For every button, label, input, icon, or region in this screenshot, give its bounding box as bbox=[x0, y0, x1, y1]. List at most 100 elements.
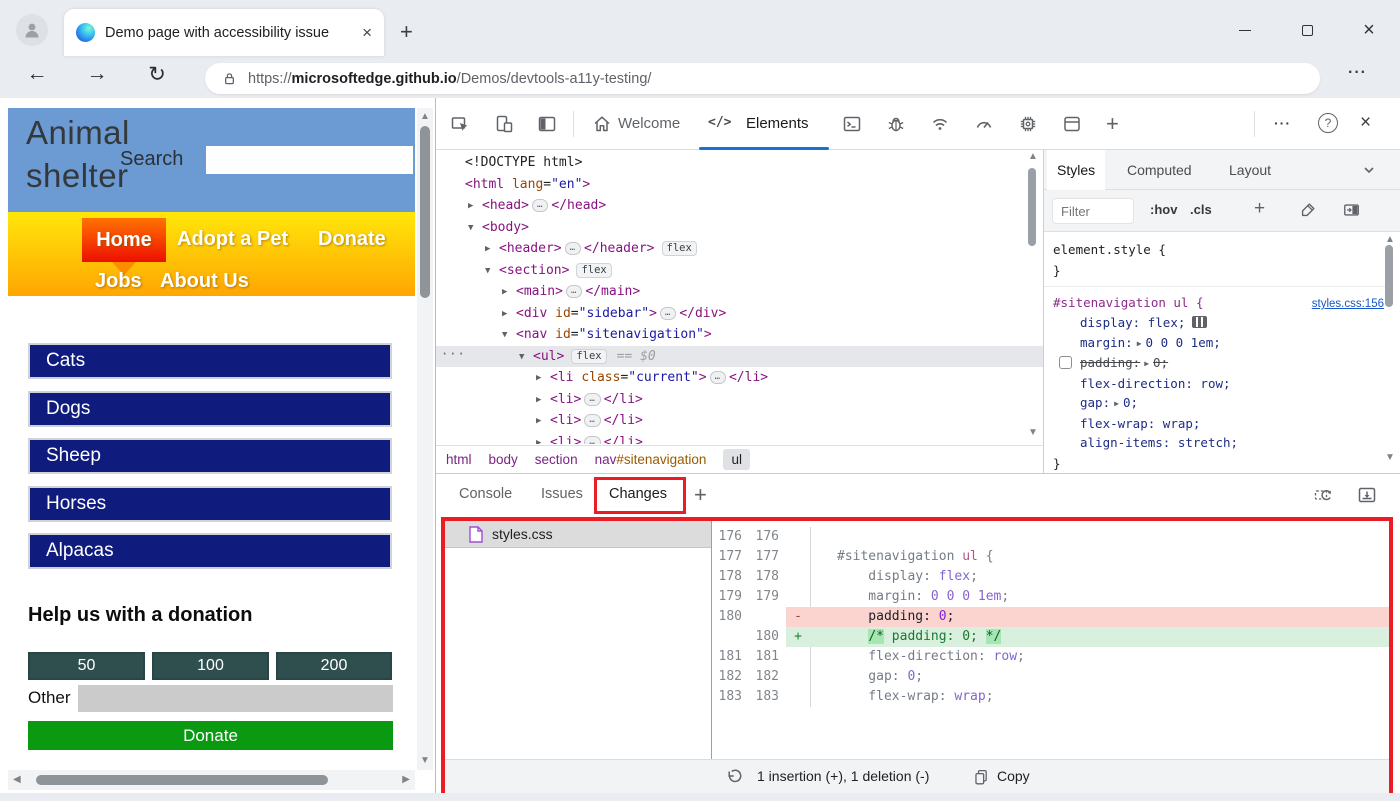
class-toggle[interactable]: .cls bbox=[1190, 202, 1212, 217]
changed-file-item[interactable]: styles.css bbox=[445, 521, 711, 548]
flex-badge[interactable]: flex bbox=[661, 241, 697, 256]
tab-layout[interactable]: Layout bbox=[1229, 150, 1271, 190]
collapsed-arrow-icon[interactable]: ▶ bbox=[502, 282, 516, 304]
new-style-rule-icon[interactable]: + bbox=[1254, 198, 1265, 220]
inspect-element-icon[interactable] bbox=[450, 114, 470, 134]
forward-button[interactable]: → bbox=[82, 62, 112, 86]
expand-shorthand-icon[interactable]: ▶ bbox=[1114, 394, 1119, 414]
dom-tree-row[interactable]: <!DOCTYPE html> bbox=[436, 152, 1043, 174]
dom-tree-row[interactable]: ▶ <li>… </li> bbox=[436, 410, 1043, 432]
element-style-open[interactable]: element.style { bbox=[1053, 239, 1388, 260]
dom-tree-row[interactable]: ▼ <section> flex bbox=[436, 260, 1043, 282]
collapsed-arrow-icon[interactable]: ▶ bbox=[536, 390, 550, 412]
dom-tree-row[interactable]: ▶ <div id="sidebar">… </div> bbox=[436, 303, 1043, 325]
css-property-gap[interactable]: gap: ▶ 0; bbox=[1053, 393, 1388, 414]
collapsed-arrow-icon[interactable]: ▶ bbox=[502, 304, 516, 326]
home-icon[interactable] bbox=[592, 114, 612, 134]
breadcrumb-nav[interactable]: nav#sitenavigation bbox=[595, 452, 707, 467]
sidebar-button-horses[interactable]: Horses bbox=[28, 486, 392, 522]
styles-filter-input[interactable] bbox=[1052, 198, 1134, 224]
css-property-margin[interactable]: margin: ▶ 0 0 0 1em; bbox=[1053, 333, 1388, 354]
scroll-down-icon[interactable]: ▼ bbox=[1028, 428, 1038, 438]
expand-drawer-icon[interactable] bbox=[1357, 485, 1377, 505]
memory-chip-icon[interactable] bbox=[1018, 114, 1038, 134]
nav-item-jobs[interactable]: Jobs bbox=[95, 270, 142, 293]
css-property-align-items[interactable]: align-items: stretch; bbox=[1053, 433, 1388, 453]
amount-button-200[interactable]: 200 bbox=[276, 652, 392, 680]
sidebar-button-alpacas[interactable]: Alpacas bbox=[28, 533, 392, 569]
dom-tree-row[interactable]: ▼ <body> bbox=[436, 217, 1043, 239]
drawer-more-tabs-icon[interactable]: + bbox=[694, 482, 707, 508]
ellipsis-expander-icon[interactable]: … bbox=[584, 414, 601, 427]
sidebar-button-sheep[interactable]: Sheep bbox=[28, 438, 392, 474]
expanded-arrow-icon[interactable]: ▼ bbox=[468, 218, 482, 240]
flex-badge[interactable]: flex bbox=[571, 348, 607, 364]
scroll-left-icon[interactable]: ◀ bbox=[13, 775, 21, 785]
ellipsis-expander-icon[interactable]: … bbox=[531, 199, 549, 212]
amount-button-100[interactable]: 100 bbox=[152, 652, 269, 680]
browser-menu-button[interactable]: ··· bbox=[1348, 64, 1367, 82]
search-input[interactable] bbox=[206, 146, 413, 174]
tab-welcome[interactable]: Welcome bbox=[618, 115, 680, 132]
computed-sidebar-toggle-icon[interactable] bbox=[1342, 201, 1361, 219]
copy-icon[interactable] bbox=[973, 768, 990, 786]
window-close-button[interactable]: × bbox=[1354, 18, 1384, 42]
nav-item-adopt[interactable]: Adopt a Pet bbox=[177, 228, 288, 251]
dom-tree-row[interactable]: ▶ <li>… </li> bbox=[436, 432, 1043, 444]
copy-button[interactable]: Copy bbox=[997, 768, 1030, 784]
css-property-flex-wrap[interactable]: flex-wrap: wrap; bbox=[1053, 414, 1388, 434]
help-button[interactable]: ? bbox=[1318, 113, 1338, 133]
profile-avatar[interactable] bbox=[16, 14, 48, 46]
expand-shorthand-icon[interactable]: ▶ bbox=[1144, 354, 1149, 374]
sidebar-button-dogs[interactable]: Dogs bbox=[28, 391, 392, 427]
application-panel-icon[interactable] bbox=[1062, 114, 1082, 134]
collapsed-arrow-icon[interactable]: ▶ bbox=[485, 239, 499, 261]
new-tab-button[interactable]: + bbox=[400, 21, 413, 43]
dom-tree-row[interactable]: ▶ <li>… </li> bbox=[436, 389, 1043, 411]
scroll-up-icon[interactable]: ▲ bbox=[420, 112, 430, 122]
expand-shorthand-icon[interactable]: ▶ bbox=[1137, 334, 1142, 354]
reload-required-icon[interactable] bbox=[1313, 485, 1333, 505]
address-bar[interactable]: https://microsoftedge.github.io/Demos/de… bbox=[205, 63, 1320, 94]
amount-button-50[interactable]: 50 bbox=[28, 652, 145, 680]
styles-scrollbar[interactable]: ▲ ▼ bbox=[1382, 150, 1396, 473]
dom-tree-row[interactable]: <html lang="en"> bbox=[436, 174, 1043, 196]
breadcrumb-html[interactable]: html bbox=[446, 452, 472, 467]
flex-badge[interactable]: flex bbox=[576, 262, 612, 278]
chevron-down-icon[interactable] bbox=[1362, 164, 1376, 176]
reload-button[interactable]: ↻ bbox=[142, 62, 172, 87]
expanded-arrow-icon[interactable]: ▼ bbox=[485, 261, 499, 283]
expanded-arrow-icon[interactable]: ▼ bbox=[519, 347, 533, 369]
customize-devtools-icon[interactable]: ··· bbox=[1274, 115, 1291, 131]
device-emulation-icon[interactable] bbox=[494, 114, 514, 134]
dom-tree-row[interactable]: ··· ▼ <ul> flex == $0 bbox=[436, 345, 1043, 369]
pseudo-state-toggle[interactable]: :hov bbox=[1150, 202, 1177, 217]
donate-button[interactable]: Donate bbox=[28, 721, 393, 750]
scroll-up-icon[interactable]: ▲ bbox=[1028, 152, 1038, 162]
stylesheet-link[interactable]: styles.css:156 bbox=[1312, 294, 1384, 315]
collapsed-arrow-icon[interactable]: ▶ bbox=[536, 368, 550, 390]
horizontal-scroll-thumb[interactable] bbox=[36, 775, 328, 785]
tab-computed[interactable]: Computed bbox=[1127, 150, 1192, 190]
scroll-up-icon[interactable]: ▲ bbox=[1385, 235, 1395, 245]
css-property-display[interactable]: display: flex; bbox=[1053, 313, 1388, 333]
network-wifi-icon[interactable] bbox=[930, 114, 950, 134]
window-minimize-button[interactable] bbox=[1230, 18, 1260, 42]
dom-tree-row[interactable]: ▼ <nav id="sitenavigation"> bbox=[436, 324, 1043, 346]
performance-gauge-icon[interactable] bbox=[974, 114, 994, 134]
tab-elements[interactable]: Elements bbox=[746, 115, 809, 132]
ellipsis-expander-icon[interactable]: … bbox=[564, 242, 582, 255]
ellipsis-expander-icon[interactable]: … bbox=[659, 306, 677, 320]
vertical-scroll-thumb[interactable] bbox=[420, 126, 430, 298]
ellipsis-expander-icon[interactable]: … bbox=[565, 285, 583, 298]
dom-tree-scrollbar[interactable]: ▲ ▼ bbox=[1025, 152, 1039, 442]
collapsed-arrow-icon[interactable]: ▶ bbox=[536, 433, 550, 444]
sidebar-button-cats[interactable]: Cats bbox=[28, 343, 392, 379]
collapsed-arrow-icon[interactable]: ▶ bbox=[468, 196, 482, 218]
back-button[interactable]: ← bbox=[22, 62, 52, 86]
dom-tree-row[interactable]: ▶ <li class="current">… </li> bbox=[436, 367, 1043, 389]
drawer-tab-console[interactable]: Console bbox=[459, 486, 512, 502]
dock-side-icon[interactable] bbox=[537, 114, 557, 134]
rule-selector[interactable]: #sitenavigation ul { bbox=[1053, 295, 1204, 310]
property-checkbox[interactable] bbox=[1059, 356, 1072, 369]
